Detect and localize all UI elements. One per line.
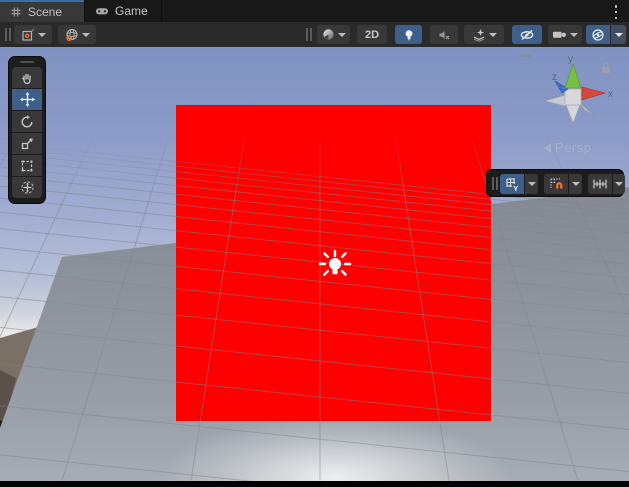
chevron-down-icon (489, 33, 497, 37)
x-axis-label: x (608, 89, 613, 100)
directional-light-gizmo[interactable] (318, 249, 352, 285)
increment-ruler-icon (592, 177, 608, 191)
shaded-sphere-icon (322, 28, 335, 41)
tab-divider (161, 0, 162, 22)
tab-scene-label: Scene (28, 5, 62, 19)
grid-snapping-chevron[interactable] (569, 174, 582, 194)
orbit-sphere-icon (591, 28, 605, 42)
tool-move[interactable] (12, 89, 42, 110)
video-camera-icon (552, 28, 567, 41)
grid-snap-drag-handle[interactable] (492, 177, 498, 190)
pivot-toggle-button[interactable] (14, 25, 52, 44)
tool-settings-drag-handle[interactable] (5, 28, 11, 41)
z-axis-label: z (552, 72, 557, 83)
scene-visibility-toggle-button[interactable] (512, 25, 542, 44)
bulb-glass (329, 258, 341, 270)
sparkle-layers-icon (472, 28, 486, 42)
transform-icon (20, 180, 35, 195)
tool-rotate[interactable] (12, 111, 42, 132)
gamepad-icon (95, 5, 109, 17)
tools-overlay (8, 56, 46, 204)
speaker-muted-icon (437, 28, 451, 42)
view-options-drag-handle[interactable] (306, 28, 312, 41)
rect-tool-icon (20, 159, 34, 173)
grid-visibility-chevron[interactable] (525, 174, 538, 194)
scale-icon (20, 137, 34, 151)
chevron-down-icon (615, 33, 623, 37)
bulb-base (332, 270, 337, 275)
x-axis-cone[interactable] (582, 87, 605, 100)
pivot-icon (21, 28, 35, 42)
grid-axis-icon: Y (505, 177, 520, 192)
lock-icon[interactable] (602, 63, 610, 73)
tools-drag-handle[interactable] (20, 61, 34, 63)
neg-x-cone[interactable] (545, 95, 565, 106)
chevron-down-icon (82, 33, 90, 37)
scene-view-toolbar: 2D (0, 22, 629, 47)
2d-label: 2D (365, 29, 379, 41)
gizmo-cube[interactable] (565, 89, 581, 105)
y-axis-cone[interactable] (565, 64, 581, 88)
tool-transform[interactable] (12, 177, 42, 198)
hand-icon (20, 71, 34, 85)
snap-increment-chevron[interactable] (613, 174, 625, 194)
rotate-icon (20, 115, 34, 129)
grid-visibility-button[interactable]: Y (500, 174, 524, 194)
y-axis-label: y (568, 54, 573, 65)
lightbulb-icon (402, 28, 416, 42)
tool-scale[interactable] (12, 133, 42, 154)
kebab-menu-icon[interactable] (611, 5, 621, 19)
chevron-down-icon (338, 33, 346, 37)
grid-plane-label: Y (513, 184, 518, 192)
chevron-down-icon (570, 33, 578, 37)
tab-scene[interactable]: Scene (0, 0, 84, 22)
gizmos-dropdown[interactable] (586, 25, 626, 44)
projection-control[interactable]: Persp (544, 140, 591, 155)
shading-mode-dropdown[interactable] (317, 25, 350, 44)
audio-toggle-button[interactable] (430, 25, 458, 44)
snap-increment-button[interactable] (588, 174, 612, 194)
bottom-strip (0, 481, 629, 487)
tab-game-label: Game (115, 4, 148, 18)
chevron-down-icon (528, 182, 536, 186)
tab-bar: Scene Game (0, 0, 629, 22)
grid-snapping-button[interactable] (544, 174, 568, 194)
tool-hand[interactable] (12, 67, 42, 88)
camera-settings-dropdown[interactable] (548, 25, 582, 44)
tool-rect[interactable] (12, 155, 42, 176)
grid-icon (10, 6, 22, 18)
effects-dropdown[interactable] (464, 25, 504, 44)
gizmos-sphere-icon[interactable] (586, 25, 610, 44)
chevron-down-button[interactable] (611, 25, 626, 44)
orientation-toggle-button[interactable] (58, 25, 96, 44)
lighting-toggle-button[interactable] (395, 25, 422, 44)
2d-toggle-button[interactable]: 2D (357, 25, 387, 44)
projection-label: Persp (555, 140, 591, 155)
move-icon (20, 92, 35, 107)
orientation-gizmo[interactable]: y z x (518, 52, 628, 152)
globe-icon (65, 28, 79, 42)
chevron-down-icon (38, 33, 46, 37)
grid-magnet-icon (549, 177, 564, 192)
tab-game[interactable]: Game (85, 0, 161, 22)
magnet-shape (556, 182, 562, 189)
chevron-down-icon (615, 182, 623, 186)
chevron-down-icon (572, 182, 580, 186)
eye-slash-icon (519, 28, 535, 42)
left-arrow-icon (544, 143, 551, 153)
grid-snap-overlay: Y (486, 169, 624, 197)
neg-y-cone[interactable] (566, 105, 580, 123)
